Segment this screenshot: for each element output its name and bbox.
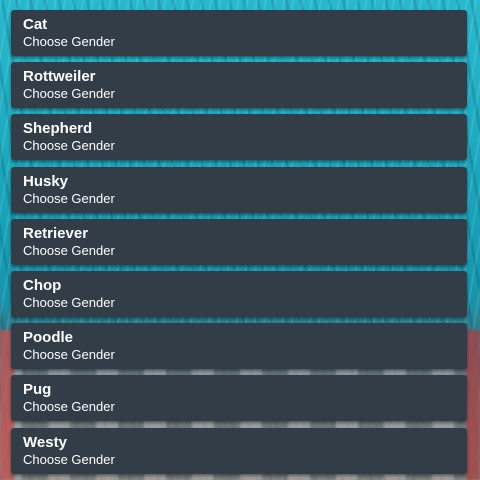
breed-name: Retriever [23, 224, 89, 242]
breed-subtitle: Choose Gender [23, 399, 115, 415]
breed-subtitle: Choose Gender [23, 451, 115, 467]
breed-subtitle: Choose Gender [23, 138, 115, 154]
breed-item-husky[interactable]: Husky Choose Gender [11, 166, 467, 213]
breed-item-westy[interactable]: Westy Choose Gender [11, 427, 467, 474]
breed-item-poodle[interactable]: Poodle Choose Gender [11, 323, 467, 370]
breed-item-pug[interactable]: Pug Choose Gender [11, 375, 467, 422]
breed-subtitle: Choose Gender [23, 294, 115, 310]
breed-name: Poodle [23, 329, 74, 347]
breed-name: Cat [23, 16, 48, 33]
breed-item-retriever[interactable]: Retriever Choose Gender [11, 218, 467, 265]
breed-subtitle: Choose Gender [23, 34, 115, 49]
breed-name: Shepherd [23, 120, 93, 138]
breed-subtitle: Choose Gender [23, 190, 115, 206]
breed-item-shepherd[interactable]: Shepherd Choose Gender [11, 114, 467, 161]
breed-item-cat[interactable]: Cat Choose Gender [11, 10, 467, 56]
breed-subtitle: Choose Gender [23, 86, 115, 102]
breed-name: Westy [23, 433, 67, 451]
breed-name: Pug [23, 381, 52, 399]
breed-list: Cat Choose Gender Rottweiler Choose Gend… [11, 10, 467, 480]
breed-name: Husky [23, 172, 69, 190]
breed-subtitle: Choose Gender [23, 347, 115, 363]
breed-name: Chop [23, 276, 62, 294]
breed-name: Rottweiler [23, 68, 96, 86]
breed-item-chop[interactable]: Chop Choose Gender [11, 270, 467, 317]
breed-subtitle: Choose Gender [23, 242, 115, 258]
breed-item-rottweiler[interactable]: Rottweiler Choose Gender [11, 62, 467, 109]
